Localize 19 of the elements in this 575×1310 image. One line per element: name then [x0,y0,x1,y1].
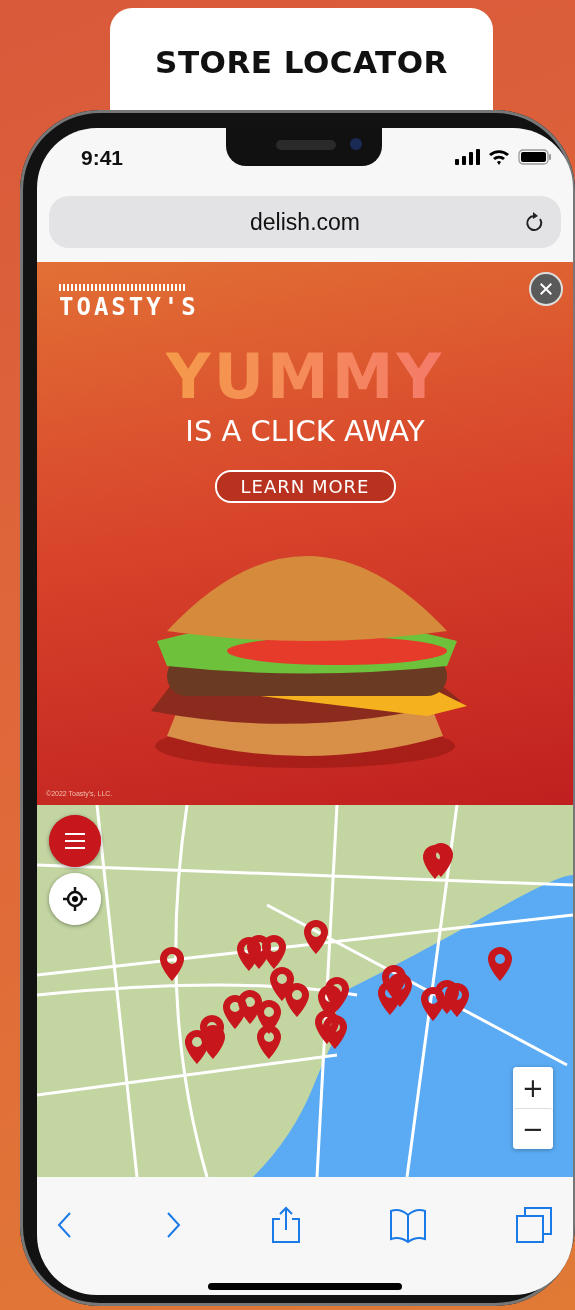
battery-icon [518,149,552,165]
signal-icon [455,149,481,165]
bookmarks-icon[interactable] [389,1207,427,1243]
url-text: delish.com [250,208,360,236]
learn-more-button[interactable]: LEARN MORE [214,470,396,503]
status-time: 9:41 [81,146,124,170]
map-drawing[interactable] [37,805,573,1177]
close-icon[interactable] [529,272,563,306]
zoom-in-button[interactable]: + [513,1067,553,1108]
page-title: STORE LOCATOR [155,44,448,80]
zoom-out-button[interactable]: − [513,1108,553,1149]
tabs-icon[interactable] [515,1206,553,1244]
share-icon[interactable] [271,1206,301,1244]
ad-tagline: IS A CLICK AWAY [185,414,425,448]
address-bar[interactable]: delish.com [49,196,561,248]
brand-logo: TOASTY'S [59,293,199,321]
logo-stripe-icon [59,284,185,291]
reload-icon[interactable] [525,211,545,233]
wifi-icon [488,149,510,165]
